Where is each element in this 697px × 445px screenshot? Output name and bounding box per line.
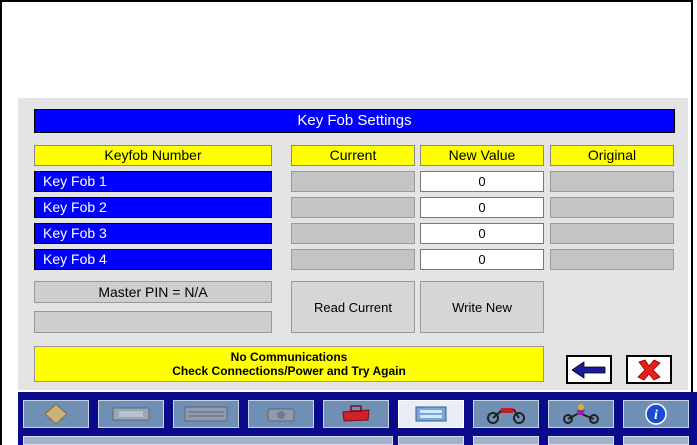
key-fob-3-new-value-field[interactable]: 0 (420, 223, 544, 244)
status-line-2: Check Connections/Power and Try Again (172, 364, 406, 378)
back-button[interactable] (566, 355, 612, 384)
info-icon: i (645, 403, 667, 425)
key-fob-4-label: Key Fob 4 (34, 249, 272, 270)
header-new-value: New Value (420, 145, 544, 166)
status-message: No Communications Check Connections/Powe… (34, 346, 544, 382)
write-new-button[interactable]: Write New (420, 281, 544, 333)
key-fob-4-current (291, 249, 415, 270)
key-fob-2-new-value-field[interactable]: 0 (420, 197, 544, 218)
red-x-icon (637, 359, 661, 380)
toolbar-lower-tab-1 (398, 436, 464, 445)
header-original: Original (550, 145, 674, 166)
toolbar-button-9[interactable]: i (623, 400, 689, 428)
key-fob-4-new-value-field[interactable]: 0 (420, 249, 544, 270)
master-pin-value-field (34, 311, 272, 333)
key-fob-3-current (291, 223, 415, 244)
master-pin-display: Master PIN = N/A (34, 281, 272, 303)
motorcycle-rider-icon (563, 404, 599, 424)
status-line-1: No Communications (230, 350, 348, 364)
key-fob-2-current (291, 197, 415, 218)
key-fob-3-label: Key Fob 3 (34, 223, 272, 244)
key-fob-3-original (550, 223, 674, 244)
keyboard-panel-icon (184, 406, 228, 422)
camera-icon (267, 408, 295, 422)
key-fob-1-new-value-field[interactable]: 0 (420, 171, 544, 192)
toolbar-button-3[interactable] (173, 400, 239, 428)
motorcycle-icon (487, 408, 525, 424)
header-keyfob-number: Keyfob Number (34, 145, 272, 166)
toolbar-button-2[interactable] (98, 400, 164, 428)
key-fob-4-original (550, 249, 674, 270)
screen-panel-icon (415, 406, 447, 422)
toolbar-button-5[interactable] (323, 400, 389, 428)
key-fob-1-label: Key Fob 1 (34, 171, 272, 192)
diamond-sign-icon (44, 403, 68, 425)
close-button[interactable] (626, 355, 672, 384)
key-fob-1-original (550, 171, 674, 192)
svg-text:i: i (654, 408, 658, 423)
read-current-button[interactable]: Read Current (291, 281, 415, 333)
bottom-toolbar: i (18, 392, 697, 445)
key-fob-2-label: Key Fob 2 (34, 197, 272, 218)
toolbar-lower-tab-2 (473, 436, 539, 445)
left-arrow-icon (572, 360, 606, 379)
key-fob-2-original (550, 197, 674, 218)
toolbar-button-8[interactable] (548, 400, 614, 428)
toolbar-button-7[interactable] (473, 400, 539, 428)
toolbar-button-4[interactable] (248, 400, 314, 428)
page-title: Key Fob Settings (34, 109, 675, 133)
toolbar-lower-tab-4 (623, 436, 689, 445)
header-current: Current (291, 145, 415, 166)
toolbar-button-1[interactable] (23, 400, 89, 428)
toolbar-lower-tab-3 (548, 436, 614, 445)
toolbar-lower-strip (23, 436, 393, 445)
key-fob-1-current (291, 171, 415, 192)
device-module-icon (112, 407, 150, 421)
toolbar-button-6[interactable] (398, 400, 464, 428)
toolbox-icon (342, 405, 370, 422)
